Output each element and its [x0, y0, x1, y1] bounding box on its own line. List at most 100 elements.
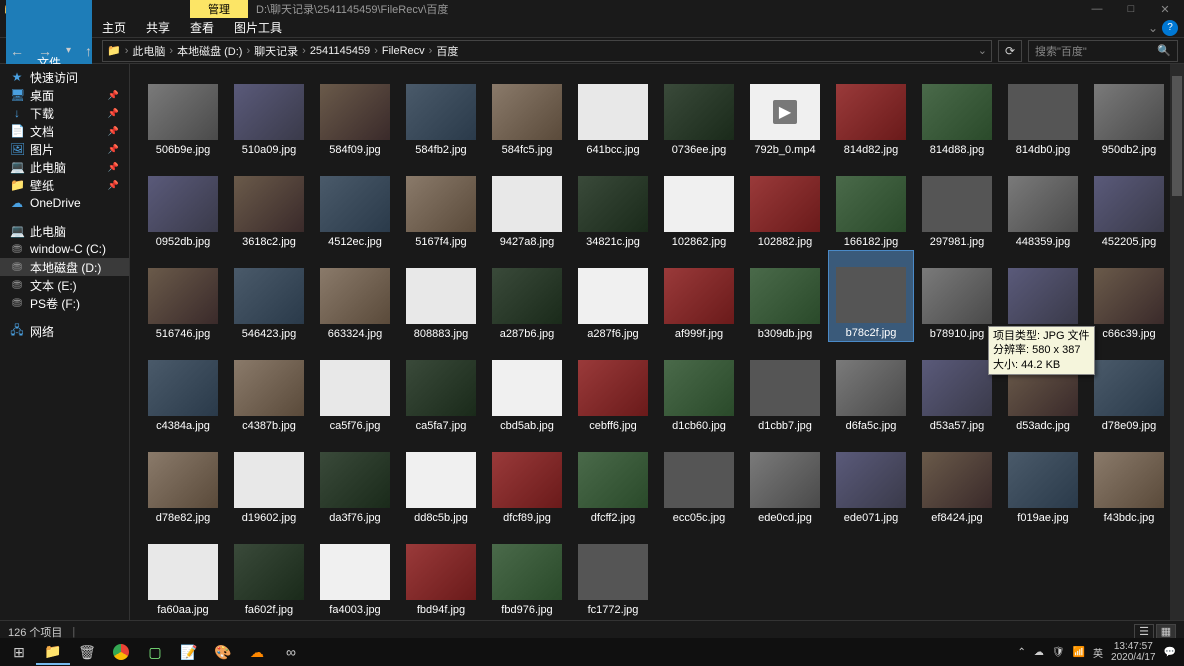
file-item[interactable]: 663324.jpg	[312, 250, 398, 342]
file-item[interactable]: 584fc5.jpg	[484, 66, 570, 158]
file-item[interactable]: 814db0.jpg	[1000, 66, 1086, 158]
file-item[interactable]: 814d82.jpg	[828, 66, 914, 158]
sidebar-drive-e[interactable]: ⛃文本 (E:)	[0, 276, 129, 294]
file-item[interactable]: 506b9e.jpg	[140, 66, 226, 158]
file-item[interactable]: 166182.jpg	[828, 158, 914, 250]
file-item[interactable]: dfcff2.jpg	[570, 434, 656, 526]
maximize-button[interactable]: □	[1114, 0, 1148, 18]
file-item[interactable]: da3f76.jpg	[312, 434, 398, 526]
sidebar-documents[interactable]: 📄文档📌	[0, 122, 129, 140]
file-item[interactable]: 814d88.jpg	[914, 66, 1000, 158]
file-item[interactable]: 297981.jpg	[914, 158, 1000, 250]
help-icon[interactable]: ?	[1162, 20, 1178, 36]
sidebar-network[interactable]: 🖧网络	[0, 322, 129, 340]
tray-clock[interactable]: 13:47:57 2020/4/17	[1111, 641, 1156, 663]
ribbon-view[interactable]: 查看	[180, 16, 224, 39]
taskbar-explorer[interactable]: 📁	[36, 639, 70, 665]
tray-security-icon[interactable]: 🛡	[1052, 647, 1065, 658]
tray-wifi-icon[interactable]: 📶	[1073, 647, 1085, 658]
file-item[interactable]: fc1772.jpg	[570, 526, 656, 618]
taskbar-app1[interactable]: 🎨	[206, 639, 240, 665]
crumb-5[interactable]: 百度	[432, 43, 462, 59]
tray-chevron-icon[interactable]: ⌃	[1018, 647, 1026, 658]
file-item[interactable]: cbd5ab.jpg	[484, 342, 570, 434]
sidebar-onedrive[interactable]: ☁OneDrive	[0, 194, 129, 212]
file-item[interactable]: fa602f.jpg	[226, 526, 312, 618]
file-item[interactable]: a287b6.jpg	[484, 250, 570, 342]
crumb-2[interactable]: 聊天记录	[250, 43, 302, 59]
file-item[interactable]: f43bdc.jpg	[1086, 434, 1172, 526]
close-button[interactable]: ✕	[1148, 0, 1182, 18]
file-item[interactable]: ecc05c.jpg	[656, 434, 742, 526]
file-item[interactable]: fbd94f.jpg	[398, 526, 484, 618]
sidebar-pictures[interactable]: 🖼图片📌	[0, 140, 129, 158]
sidebar-drive-f[interactable]: ⛃PS卷 (F:)	[0, 294, 129, 312]
nav-back[interactable]: ←	[6, 43, 28, 59]
file-item[interactable]: 5167f4.jpg	[398, 158, 484, 250]
file-item[interactable]: d1cbb7.jpg	[742, 342, 828, 434]
sidebar-drive-c[interactable]: ⛃window-C (C:)	[0, 240, 129, 258]
file-item[interactable]: ca5fa7.jpg	[398, 342, 484, 434]
ribbon-expand-icon[interactable]: ⌄	[1148, 21, 1158, 35]
crumb-0[interactable]: 此电脑	[128, 43, 169, 59]
address-dropdown-icon[interactable]: ⌄	[978, 44, 987, 57]
sidebar-quick-access[interactable]: ★快速访问	[0, 68, 129, 86]
system-tray[interactable]: ⌃ ☁ 🛡 📶 英 13:47:57 2020/4/17 💬	[1018, 641, 1183, 663]
file-item[interactable]: f019ae.jpg	[1000, 434, 1086, 526]
crumb-3[interactable]: 2541145459	[306, 45, 374, 57]
file-item[interactable]: 808883.jpg	[398, 250, 484, 342]
file-item[interactable]: b78c2f.jpg	[828, 250, 914, 342]
file-item[interactable]: dfcf89.jpg	[484, 434, 570, 526]
taskbar-app2[interactable]: ☁	[240, 639, 274, 665]
ribbon-picture-tools[interactable]: 图片工具	[224, 16, 292, 39]
ribbon-file[interactable]: 文件	[6, 0, 92, 74]
tray-notifications-icon[interactable]: 💬	[1164, 647, 1176, 658]
file-item[interactable]: d19602.jpg	[226, 434, 312, 526]
sidebar-thispc[interactable]: 💻此电脑	[0, 222, 129, 240]
file-item[interactable]: 34821c.jpg	[570, 158, 656, 250]
file-item[interactable]: b309db.jpg	[742, 250, 828, 342]
file-item[interactable]: d78e09.jpg	[1086, 342, 1172, 434]
file-item[interactable]: ca5f76.jpg	[312, 342, 398, 434]
file-item[interactable]: a287f6.jpg	[570, 250, 656, 342]
file-item[interactable]: dd8c5b.jpg	[398, 434, 484, 526]
minimize-button[interactable]: —	[1080, 0, 1114, 18]
file-item[interactable]: fbd976.jpg	[484, 526, 570, 618]
file-item[interactable]: 792b_0.mp4	[742, 66, 828, 158]
file-item[interactable]: ef8424.jpg	[914, 434, 1000, 526]
file-item[interactable]: c4387b.jpg	[226, 342, 312, 434]
scrollbar[interactable]	[1170, 64, 1184, 620]
tray-ime[interactable]: 英	[1093, 645, 1103, 660]
crumb-1[interactable]: 本地磁盘 (D:)	[173, 43, 246, 59]
file-item[interactable]: 3618c2.jpg	[226, 158, 312, 250]
address-bar[interactable]: 📁 › 此电脑› 本地磁盘 (D:)› 聊天记录› 2541145459› Fi…	[102, 40, 992, 62]
sidebar-desktop[interactable]: 🖥桌面📌	[0, 86, 129, 104]
ribbon-share[interactable]: 共享	[136, 16, 180, 39]
sidebar-thispc-quick[interactable]: 💻此电脑📌	[0, 158, 129, 176]
file-item[interactable]: 0736ee.jpg	[656, 66, 742, 158]
file-item[interactable]: 102862.jpg	[656, 158, 742, 250]
file-item[interactable]: 641bcc.jpg	[570, 66, 656, 158]
tray-onedrive-icon[interactable]: ☁	[1034, 647, 1044, 658]
file-item[interactable]: ede071.jpg	[828, 434, 914, 526]
sidebar-wallpaper[interactable]: 📁壁纸📌	[0, 176, 129, 194]
file-item[interactable]: 584f09.jpg	[312, 66, 398, 158]
file-item[interactable]: cebff6.jpg	[570, 342, 656, 434]
file-item[interactable]: 9427a8.jpg	[484, 158, 570, 250]
file-item[interactable]: 102882.jpg	[742, 158, 828, 250]
file-item[interactable]: fa4003.jpg	[312, 526, 398, 618]
file-item[interactable]: 584fb2.jpg	[398, 66, 484, 158]
ribbon-home[interactable]: 主页	[92, 16, 136, 39]
taskbar-recycle[interactable]: 🗑	[70, 639, 104, 665]
crumb-4[interactable]: FileRecv	[378, 45, 429, 57]
file-item[interactable]: 950db2.jpg	[1086, 66, 1172, 158]
nav-up[interactable]: ↑	[81, 43, 96, 59]
nav-forward[interactable]: →	[34, 43, 56, 59]
file-item[interactable]: 546423.jpg	[226, 250, 312, 342]
file-item[interactable]: c66c39.jpg	[1086, 250, 1172, 342]
file-item[interactable]: c4384a.jpg	[140, 342, 226, 434]
taskbar-notepad[interactable]: 📝	[172, 639, 206, 665]
file-item[interactable]: d1cb60.jpg	[656, 342, 742, 434]
taskbar-chrome[interactable]	[104, 639, 138, 665]
refresh-button[interactable]: ⟳	[998, 40, 1022, 62]
